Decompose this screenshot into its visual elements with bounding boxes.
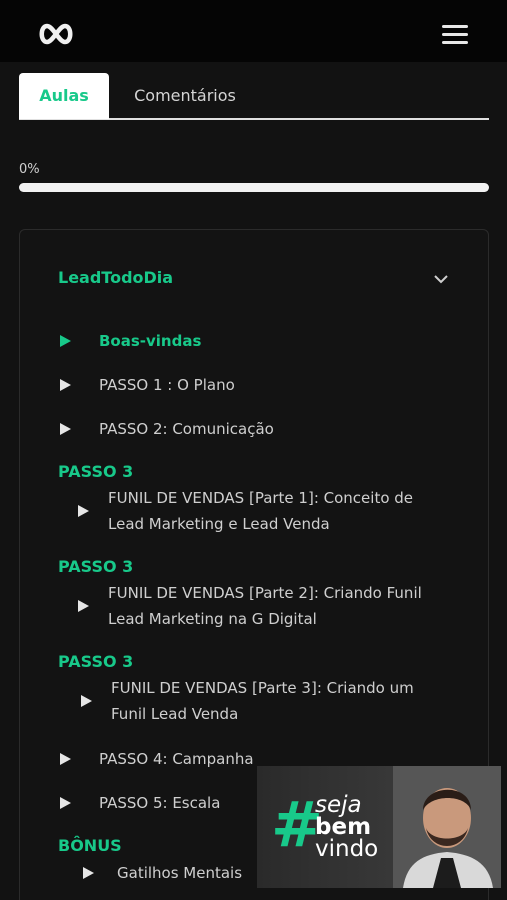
infinity-icon[interactable] xyxy=(37,21,75,47)
welcome-line: seja xyxy=(315,792,362,818)
lesson-boas-vindas[interactable]: Boas-vindas xyxy=(58,328,201,354)
section-title: BÔNUS xyxy=(58,836,122,855)
play-icon xyxy=(60,379,71,391)
lesson-passo-2[interactable]: PASSO 2: Comunicação xyxy=(58,416,274,442)
chevron-down-icon[interactable] xyxy=(432,270,450,288)
progress-bar xyxy=(19,183,489,192)
lesson-label: PASSO 1 : O Plano xyxy=(99,376,235,394)
play-icon xyxy=(60,423,71,435)
lesson-label: Gatilhos Mentais xyxy=(117,864,243,882)
lesson-label: PASSO 2: Comunicação xyxy=(99,420,274,438)
play-icon xyxy=(60,335,71,347)
module-title[interactable]: LeadTodoDia xyxy=(58,268,173,287)
play-icon xyxy=(83,867,94,879)
lesson-label: FUNIL DE VENDAS [Parte 2]: Criando Funil… xyxy=(108,584,422,628)
play-icon xyxy=(60,753,71,765)
play-icon xyxy=(78,600,89,612)
lesson-label: PASSO 5: Escala xyxy=(99,794,221,812)
welcome-text: seja bem vindo xyxy=(315,792,379,862)
lesson-passo-4[interactable]: PASSO 4: Campanha xyxy=(58,746,254,772)
welcome-line: bem xyxy=(315,814,372,840)
lesson-label: FUNIL DE VENDAS [Parte 3]: Criando um Fu… xyxy=(111,679,414,723)
lesson-label: Boas-vindas xyxy=(99,332,202,350)
section-title: PASSO 3 xyxy=(58,652,134,671)
tab-comentarios[interactable]: Comentários xyxy=(115,73,255,119)
section-title: PASSO 3 xyxy=(58,462,134,481)
welcome-video-thumbnail[interactable]: # seja bem vindo xyxy=(257,766,501,888)
lesson-label: PASSO 4: Campanha xyxy=(99,750,254,768)
progress-label: 0% xyxy=(19,162,40,177)
top-bar xyxy=(0,0,507,62)
lesson-funil-parte-2[interactable]: FUNIL DE VENDAS [Parte 2]: Criando Funil… xyxy=(76,580,448,632)
hamburger-menu-icon[interactable] xyxy=(438,22,470,48)
lesson-gatilhos-mentais[interactable]: Gatilhos Mentais xyxy=(81,860,242,886)
lesson-funil-parte-3[interactable]: FUNIL DE VENDAS [Parte 3]: Criando um Fu… xyxy=(79,675,451,727)
lesson-passo-1[interactable]: PASSO 1 : O Plano xyxy=(58,372,235,398)
lesson-passo-5[interactable]: PASSO 5: Escala xyxy=(58,790,220,816)
presenter-photo xyxy=(393,766,501,888)
play-icon xyxy=(81,695,92,707)
lesson-funil-parte-1[interactable]: FUNIL DE VENDAS [Parte 1]: Conceito de L… xyxy=(76,485,448,537)
tab-bar: Aulas Comentários xyxy=(19,73,489,120)
section-title: PASSO 3 xyxy=(58,557,134,576)
tab-aulas[interactable]: Aulas xyxy=(19,73,109,119)
play-icon xyxy=(60,797,71,809)
lesson-label: FUNIL DE VENDAS [Parte 1]: Conceito de L… xyxy=(108,489,414,533)
play-icon xyxy=(78,505,89,517)
welcome-line: vindo xyxy=(315,836,379,862)
